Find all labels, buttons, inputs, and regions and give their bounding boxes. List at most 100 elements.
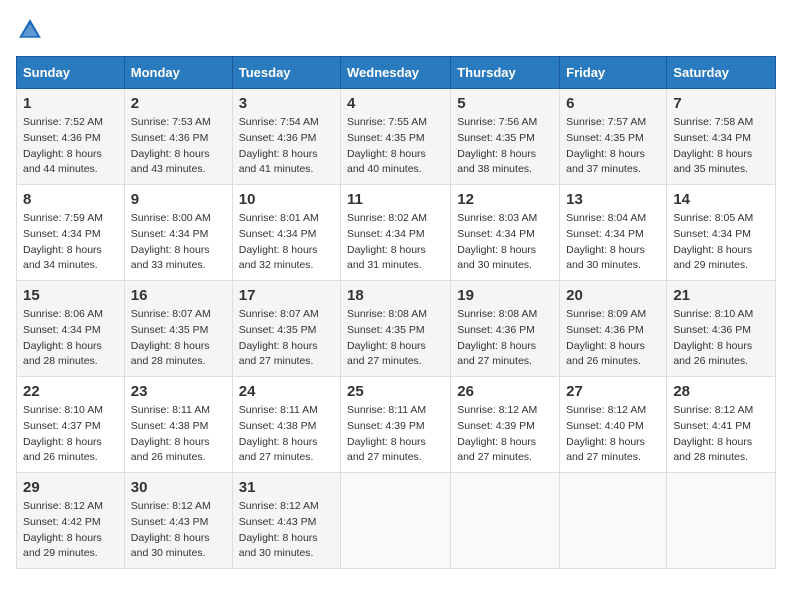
day-info: Sunrise: 8:12 AM Sunset: 4:41 PM Dayligh… [673,403,769,466]
day-number: 21 [673,287,769,304]
day-info: Sunrise: 7:53 AM Sunset: 4:36 PM Dayligh… [131,115,226,178]
calendar-cell: 11 Sunrise: 8:02 AM Sunset: 4:34 PM Dayl… [341,185,451,281]
calendar-cell: 30 Sunrise: 8:12 AM Sunset: 4:43 PM Dayl… [124,473,232,569]
calendar-cell: 22 Sunrise: 8:10 AM Sunset: 4:37 PM Dayl… [17,377,125,473]
calendar-week-row: 22 Sunrise: 8:10 AM Sunset: 4:37 PM Dayl… [17,377,776,473]
day-info: Sunrise: 8:11 AM Sunset: 4:38 PM Dayligh… [131,403,226,466]
day-number: 7 [673,95,769,112]
calendar-cell: 9 Sunrise: 8:00 AM Sunset: 4:34 PM Dayli… [124,185,232,281]
day-number: 6 [566,95,660,112]
day-info: Sunrise: 8:03 AM Sunset: 4:34 PM Dayligh… [457,211,553,274]
logo [16,16,48,44]
calendar-cell: 21 Sunrise: 8:10 AM Sunset: 4:36 PM Dayl… [667,281,776,377]
calendar-week-row: 8 Sunrise: 7:59 AM Sunset: 4:34 PM Dayli… [17,185,776,281]
calendar-cell: 25 Sunrise: 8:11 AM Sunset: 4:39 PM Dayl… [341,377,451,473]
day-info: Sunrise: 8:07 AM Sunset: 4:35 PM Dayligh… [131,307,226,370]
day-number: 30 [131,479,226,496]
day-info: Sunrise: 8:11 AM Sunset: 4:38 PM Dayligh… [239,403,334,466]
calendar-week-row: 1 Sunrise: 7:52 AM Sunset: 4:36 PM Dayli… [17,89,776,185]
day-number: 11 [347,191,444,208]
calendar-cell [560,473,667,569]
calendar-cell [341,473,451,569]
day-info: Sunrise: 7:56 AM Sunset: 4:35 PM Dayligh… [457,115,553,178]
calendar-cell: 26 Sunrise: 8:12 AM Sunset: 4:39 PM Dayl… [451,377,560,473]
calendar-header-day: Thursday [451,57,560,89]
day-number: 5 [457,95,553,112]
day-info: Sunrise: 8:12 AM Sunset: 4:42 PM Dayligh… [23,499,118,562]
day-number: 22 [23,383,118,400]
day-number: 20 [566,287,660,304]
calendar-cell: 14 Sunrise: 8:05 AM Sunset: 4:34 PM Dayl… [667,185,776,281]
day-number: 31 [239,479,334,496]
calendar-cell: 28 Sunrise: 8:12 AM Sunset: 4:41 PM Dayl… [667,377,776,473]
calendar-cell: 23 Sunrise: 8:11 AM Sunset: 4:38 PM Dayl… [124,377,232,473]
day-info: Sunrise: 8:07 AM Sunset: 4:35 PM Dayligh… [239,307,334,370]
calendar-cell: 31 Sunrise: 8:12 AM Sunset: 4:43 PM Dayl… [232,473,340,569]
calendar-cell: 2 Sunrise: 7:53 AM Sunset: 4:36 PM Dayli… [124,89,232,185]
calendar-header-day: Saturday [667,57,776,89]
day-number: 14 [673,191,769,208]
day-info: Sunrise: 7:54 AM Sunset: 4:36 PM Dayligh… [239,115,334,178]
calendar-cell: 10 Sunrise: 8:01 AM Sunset: 4:34 PM Dayl… [232,185,340,281]
day-info: Sunrise: 8:08 AM Sunset: 4:35 PM Dayligh… [347,307,444,370]
calendar-cell: 17 Sunrise: 8:07 AM Sunset: 4:35 PM Dayl… [232,281,340,377]
calendar-cell: 18 Sunrise: 8:08 AM Sunset: 4:35 PM Dayl… [341,281,451,377]
calendar-cell: 27 Sunrise: 8:12 AM Sunset: 4:40 PM Dayl… [560,377,667,473]
calendar-header-day: Tuesday [232,57,340,89]
day-info: Sunrise: 8:10 AM Sunset: 4:36 PM Dayligh… [673,307,769,370]
day-info: Sunrise: 8:12 AM Sunset: 4:43 PM Dayligh… [239,499,334,562]
day-number: 26 [457,383,553,400]
calendar-cell: 3 Sunrise: 7:54 AM Sunset: 4:36 PM Dayli… [232,89,340,185]
calendar-cell: 6 Sunrise: 7:57 AM Sunset: 4:35 PM Dayli… [560,89,667,185]
calendar-cell: 24 Sunrise: 8:11 AM Sunset: 4:38 PM Dayl… [232,377,340,473]
calendar-table: SundayMondayTuesdayWednesdayThursdayFrid… [16,56,776,569]
day-info: Sunrise: 8:05 AM Sunset: 4:34 PM Dayligh… [673,211,769,274]
calendar-cell: 5 Sunrise: 7:56 AM Sunset: 4:35 PM Dayli… [451,89,560,185]
day-info: Sunrise: 7:55 AM Sunset: 4:35 PM Dayligh… [347,115,444,178]
calendar-header-day: Sunday [17,57,125,89]
calendar-cell: 20 Sunrise: 8:09 AM Sunset: 4:36 PM Dayl… [560,281,667,377]
day-number: 9 [131,191,226,208]
day-info: Sunrise: 8:09 AM Sunset: 4:36 PM Dayligh… [566,307,660,370]
calendar-cell: 16 Sunrise: 8:07 AM Sunset: 4:35 PM Dayl… [124,281,232,377]
day-number: 16 [131,287,226,304]
calendar-week-row: 29 Sunrise: 8:12 AM Sunset: 4:42 PM Dayl… [17,473,776,569]
calendar-week-row: 15 Sunrise: 8:06 AM Sunset: 4:34 PM Dayl… [17,281,776,377]
day-info: Sunrise: 7:59 AM Sunset: 4:34 PM Dayligh… [23,211,118,274]
day-number: 13 [566,191,660,208]
calendar-header-row: SundayMondayTuesdayWednesdayThursdayFrid… [17,57,776,89]
calendar-header-day: Monday [124,57,232,89]
day-info: Sunrise: 7:58 AM Sunset: 4:34 PM Dayligh… [673,115,769,178]
day-info: Sunrise: 8:02 AM Sunset: 4:34 PM Dayligh… [347,211,444,274]
day-number: 15 [23,287,118,304]
calendar-cell: 12 Sunrise: 8:03 AM Sunset: 4:34 PM Dayl… [451,185,560,281]
calendar-header-day: Friday [560,57,667,89]
day-info: Sunrise: 8:06 AM Sunset: 4:34 PM Dayligh… [23,307,118,370]
calendar-cell: 15 Sunrise: 8:06 AM Sunset: 4:34 PM Dayl… [17,281,125,377]
day-number: 28 [673,383,769,400]
calendar-cell: 29 Sunrise: 8:12 AM Sunset: 4:42 PM Dayl… [17,473,125,569]
day-number: 23 [131,383,226,400]
day-number: 2 [131,95,226,112]
day-number: 3 [239,95,334,112]
day-number: 25 [347,383,444,400]
day-number: 27 [566,383,660,400]
day-number: 19 [457,287,553,304]
day-info: Sunrise: 8:12 AM Sunset: 4:43 PM Dayligh… [131,499,226,562]
day-info: Sunrise: 7:57 AM Sunset: 4:35 PM Dayligh… [566,115,660,178]
day-info: Sunrise: 8:08 AM Sunset: 4:36 PM Dayligh… [457,307,553,370]
day-number: 10 [239,191,334,208]
day-info: Sunrise: 8:01 AM Sunset: 4:34 PM Dayligh… [239,211,334,274]
day-number: 29 [23,479,118,496]
page-header [16,16,776,44]
day-info: Sunrise: 8:12 AM Sunset: 4:40 PM Dayligh… [566,403,660,466]
day-number: 24 [239,383,334,400]
day-info: Sunrise: 8:10 AM Sunset: 4:37 PM Dayligh… [23,403,118,466]
calendar-cell: 19 Sunrise: 8:08 AM Sunset: 4:36 PM Dayl… [451,281,560,377]
day-number: 1 [23,95,118,112]
calendar-cell: 13 Sunrise: 8:04 AM Sunset: 4:34 PM Dayl… [560,185,667,281]
day-number: 4 [347,95,444,112]
calendar-header-day: Wednesday [341,57,451,89]
calendar-cell: 8 Sunrise: 7:59 AM Sunset: 4:34 PM Dayli… [17,185,125,281]
calendar-cell: 4 Sunrise: 7:55 AM Sunset: 4:35 PM Dayli… [341,89,451,185]
